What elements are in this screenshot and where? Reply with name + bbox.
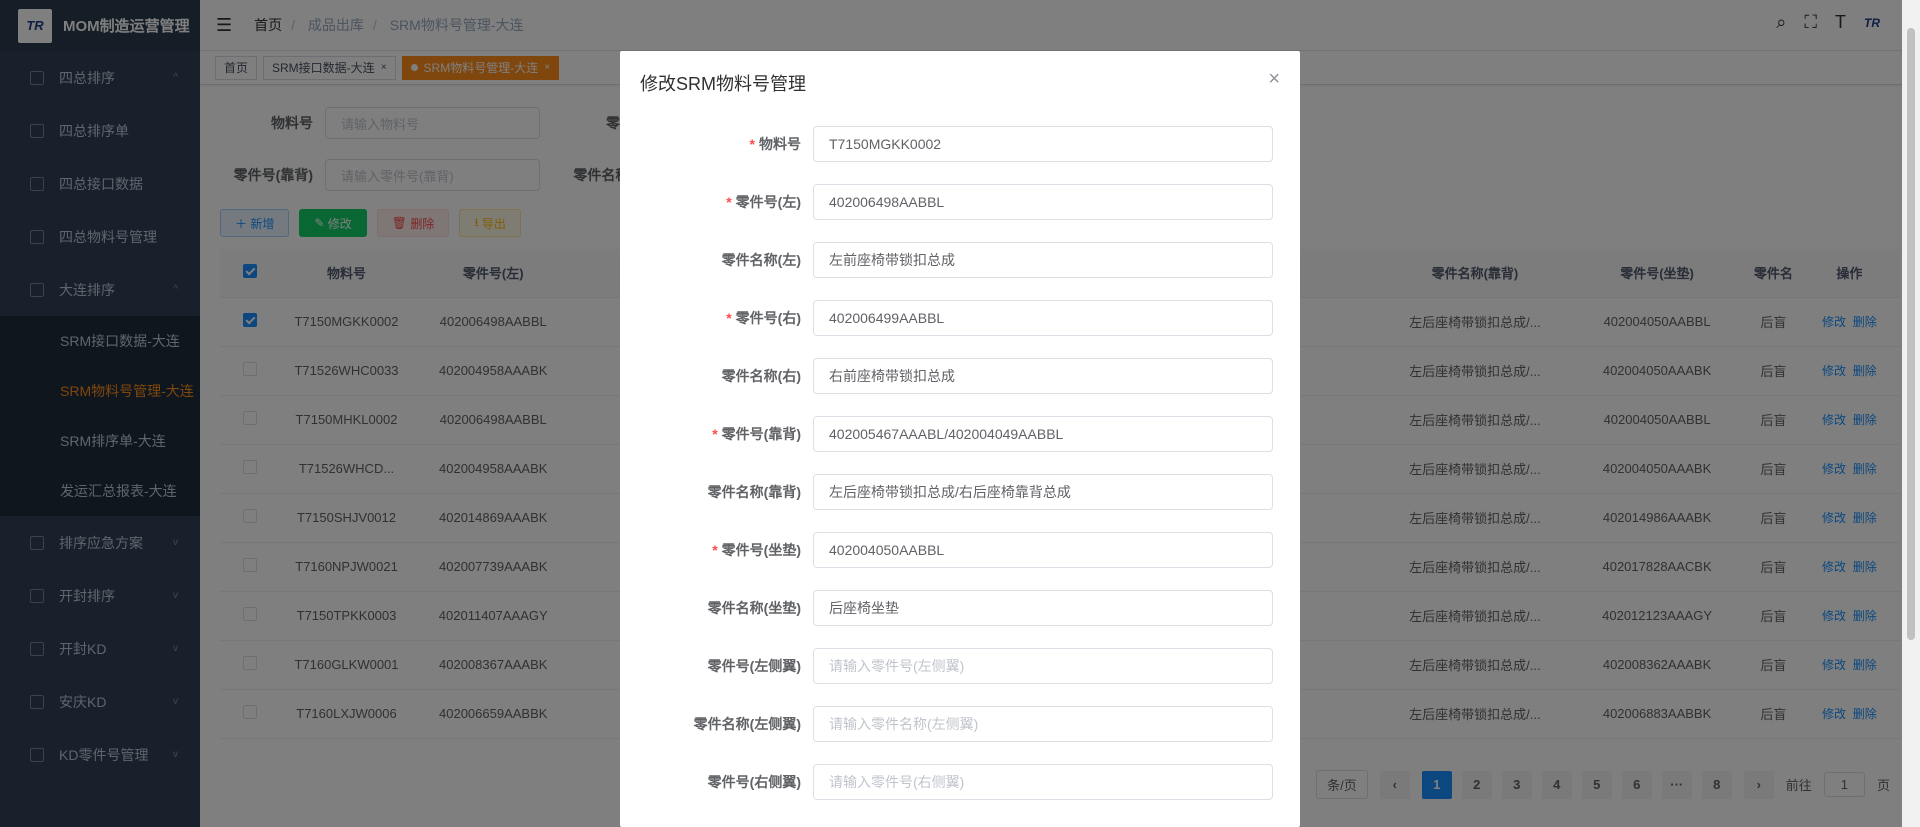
form-row: 零件名称(右) 右前座椅带锁扣总成 [620,347,1300,405]
form-input[interactable]: 左后座椅带锁扣总成/右后座椅靠背总成 [813,474,1273,510]
form-row: * 物料号 T7150MGKK0002 [620,115,1300,173]
page-scrollbar[interactable] [1902,0,1920,827]
form-input[interactable]: 请输入零件名称(左侧翼) [813,706,1273,742]
form-row: 零件名称(坐垫) 后座椅坐垫 [620,579,1300,637]
form-label: * 物料号 [749,136,801,152]
form-row: * 零件号(靠背) 402005467AAABL/402004049AABBL [620,405,1300,463]
form-label: * 零件号(右) [726,310,801,326]
form-row: 零件号(右侧翼) 请输入零件号(右侧翼) [620,753,1300,811]
form-input[interactable]: 请输入零件号(右侧翼) [813,764,1273,800]
form-row: 零件名称(左) 左前座椅带锁扣总成 [620,231,1300,289]
form-label: 零件号(右侧翼) [707,774,801,790]
required-mark: * [726,194,732,210]
form-label: 零件名称(坐垫) [707,600,801,616]
form-input[interactable]: 请输入零件号(左侧翼) [813,648,1273,684]
form-input[interactable]: 后座椅坐垫 [813,590,1273,626]
form-row: 零件号(左侧翼) 请输入零件号(左侧翼) [620,637,1300,695]
dialog-title: 修改SRM物料号管理 [640,74,806,94]
form-input[interactable]: 402006499AABBL [813,300,1273,336]
required-mark: * [712,426,718,442]
form-row: * 零件号(坐垫) 402004050AABBL [620,521,1300,579]
form-label: 零件号(左侧翼) [707,658,801,674]
form-row: 零件名称(左侧翼) 请输入零件名称(左侧翼) [620,695,1300,753]
form-input[interactable]: T7150MGKK0002 [813,126,1273,162]
form-label: 零件名称(左侧翼) [693,716,801,732]
scrollbar-thumb[interactable] [1907,28,1915,640]
form-input[interactable]: 右前座椅带锁扣总成 [813,358,1273,394]
edit-dialog: 修改SRM物料号管理 × * 物料号 T7150MGKK0002 * 零件号(左) 402… [620,51,1300,827]
form-row: * 零件号(左) 402006498AABBL [620,173,1300,231]
dialog-form: * 物料号 T7150MGKK0002 * 零件号(左) 402006498AABBL 零件… [620,115,1300,811]
close-icon[interactable]: × [1268,68,1280,91]
form-input[interactable]: 402004050AABBL [813,532,1273,568]
form-label: * 零件号(左) [726,194,801,210]
form-label: 零件名称(右) [721,368,801,384]
required-mark: * [712,542,718,558]
dialog-header: 修改SRM物料号管理 × [620,51,1300,115]
form-row: 零件名称(靠背) 左后座椅带锁扣总成/右后座椅靠背总成 [620,463,1300,521]
form-row: * 零件号(右) 402006499AABBL [620,289,1300,347]
form-input[interactable]: 402005467AAABL/402004049AABBL [813,416,1273,452]
form-label: 零件名称(左) [721,252,801,268]
required-mark: * [726,310,732,326]
form-input[interactable]: 402006498AABBL [813,184,1273,220]
form-label: * 零件号(靠背) [712,426,801,442]
form-label: * 零件号(坐垫) [712,542,801,558]
form-input[interactable]: 左前座椅带锁扣总成 [813,242,1273,278]
required-mark: * [749,136,755,152]
form-label: 零件名称(靠背) [707,484,801,500]
